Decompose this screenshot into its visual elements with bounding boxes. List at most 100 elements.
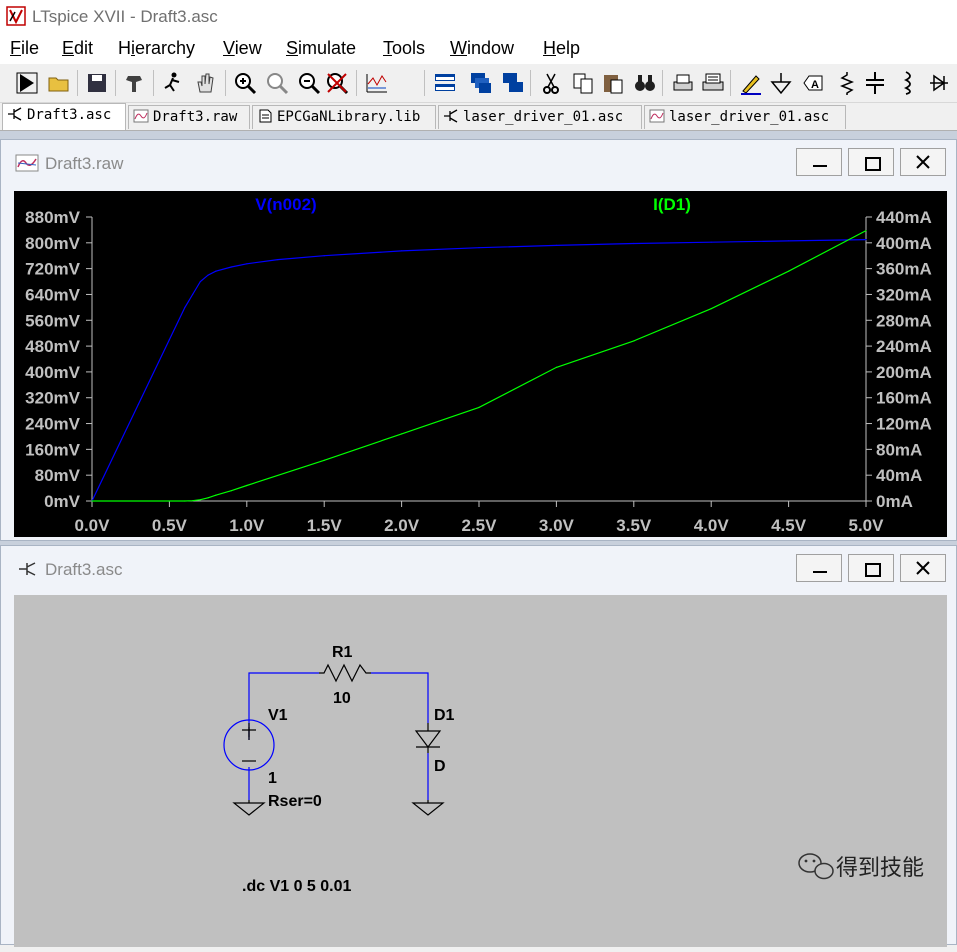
autorange-icon — [366, 74, 387, 93]
ground-button[interactable] — [768, 70, 794, 96]
print-setup-button[interactable] — [700, 70, 726, 96]
waveform-icon — [649, 109, 665, 123]
tile-horizontal-button[interactable] — [432, 70, 458, 96]
x-tick-label: 3.5V — [616, 516, 652, 535]
right-tick-label: 200mA — [876, 363, 932, 382]
inductor-button[interactable] — [894, 70, 920, 96]
resistor-r1[interactable]: R1 10 — [319, 644, 371, 707]
right-tick-label: 280mA — [876, 311, 932, 330]
toolbar-separator — [730, 70, 731, 96]
find-button[interactable] — [632, 70, 658, 96]
open-button[interactable] — [46, 70, 72, 96]
label-net-button[interactable]: A — [800, 70, 826, 96]
minimize-button[interactable] — [796, 148, 842, 176]
capacitor-button[interactable] — [862, 70, 888, 96]
ground-icon[interactable] — [411, 800, 445, 816]
tab-draft3-raw[interactable]: Draft3.raw — [128, 105, 250, 129]
d1-name: D1 — [434, 707, 455, 724]
waveform-icon — [133, 109, 149, 123]
restore-button[interactable] — [848, 148, 894, 176]
menu-file[interactable]: File — [10, 38, 39, 59]
left-tick-label: 80mV — [35, 466, 81, 485]
toolbar-separator — [662, 70, 663, 96]
control-panel-button[interactable] — [122, 70, 148, 96]
ground-icon[interactable] — [232, 800, 266, 816]
diode-d1[interactable]: D1 D — [414, 707, 455, 775]
schematic-window[interactable]: Draft3.asc R1 10 V1 1 Rser=0 D1 D .dc V1… — [0, 545, 957, 947]
run-button[interactable] — [14, 70, 40, 96]
menu-view[interactable]: View — [223, 38, 262, 59]
diode-button[interactable] — [926, 70, 952, 96]
plot-window[interactable]: Draft3.raw 0mV 80mV 160mV 240mV 320mV 400mV 48… — [0, 139, 957, 541]
inductor-icon — [903, 71, 911, 95]
x-tick-label: 4.5V — [771, 516, 807, 535]
tab-epcganlibrary-lib[interactable]: EPCGaNLibrary.lib — [252, 105, 436, 129]
r1-value: 10 — [333, 690, 351, 707]
d1-model: D — [434, 758, 446, 775]
voltage-source-v1[interactable]: V1 1 Rser=0 — [223, 707, 322, 810]
zoom-in-button[interactable] — [232, 70, 258, 96]
draw-wire-button[interactable] — [738, 70, 764, 96]
toolbar-separator — [77, 70, 78, 96]
menu-tools[interactable]: Tools — [383, 38, 425, 59]
autorange-button[interactable] — [364, 70, 390, 96]
schematic-icon — [8, 107, 22, 121]
legend-i-d1-: I(D1) — [653, 195, 691, 214]
plot-canvas[interactable]: 0mV 80mV 160mV 240mV 320mV 400mV 480mV 560mV 640… — [14, 191, 947, 537]
right-tick-label: 400mA — [876, 234, 932, 253]
restore-icon — [865, 563, 881, 577]
copy-button[interactable] — [570, 70, 596, 96]
data-point — [192, 293, 194, 296]
schematic-drawing[interactable]: R1 10 V1 1 Rser=0 D1 D .dc V1 0 5 0.01 得… — [14, 595, 947, 947]
run-pause-button[interactable] — [160, 70, 186, 96]
data-point — [865, 238, 867, 241]
legend-v-n002-: V(n002) — [255, 195, 316, 214]
menu-window[interactable]: Window — [450, 38, 514, 59]
tile-vertical-button[interactable] — [500, 70, 526, 96]
print-button[interactable] — [670, 70, 696, 96]
left-tick-label: 400mV — [25, 363, 80, 382]
zoom-cancel-button[interactable] — [324, 70, 350, 96]
menu-edit[interactable]: Edit — [62, 38, 93, 59]
restore-icon — [865, 157, 881, 171]
menu-help[interactable]: Help — [543, 38, 580, 59]
x-tick-label: 0.5V — [152, 516, 188, 535]
close-button[interactable] — [900, 554, 946, 582]
tab-laser-driver-01-asc[interactable]: laser_driver_01.asc — [644, 105, 846, 129]
restore-button[interactable] — [848, 554, 894, 582]
data-point — [788, 240, 790, 242]
r1-name: R1 — [332, 644, 353, 661]
data-point — [478, 406, 480, 409]
waveform-plot[interactable]: 0mV 80mV 160mV 240mV 320mV 400mV 480mV 560mV 640… — [14, 191, 947, 537]
schematic-canvas[interactable]: R1 10 V1 1 Rser=0 D1 D .dc V1 0 5 0.01 得… — [14, 595, 947, 947]
minimize-button[interactable] — [796, 554, 842, 582]
tab-draft3-asc[interactable]: Draft3.asc — [2, 103, 126, 130]
zoom-area-button[interactable] — [264, 70, 290, 96]
paste-button[interactable] — [600, 70, 626, 96]
x-tick-label: 1.5V — [307, 516, 343, 535]
toolbar-separator — [530, 70, 531, 96]
data-point — [710, 241, 712, 243]
spice-directive[interactable]: .dc V1 0 5 0.01 — [242, 878, 352, 895]
resistor-button[interactable] — [834, 70, 860, 96]
find-icon — [635, 75, 655, 91]
menu-simulate[interactable]: Simulate — [286, 38, 356, 59]
right-tick-label: 440mA — [876, 208, 932, 227]
save-button[interactable] — [84, 70, 110, 96]
ground-icon — [770, 73, 792, 95]
right-tick-label: 360mA — [876, 260, 932, 279]
close-button[interactable] — [900, 148, 946, 176]
toolbar-separator — [153, 70, 154, 96]
draw-wire-icon — [741, 75, 761, 95]
tab-laser-driver-01-asc[interactable]: laser_driver_01.asc — [438, 105, 642, 129]
menu-hierarchy[interactable]: Hierarchy — [118, 38, 195, 59]
copy-icon — [573, 73, 593, 94]
plot-window-caption[interactable]: Draft3.raw — [1, 140, 956, 182]
cut-button[interactable] — [538, 70, 564, 96]
data-point — [633, 242, 635, 245]
pan-hand-button[interactable] — [192, 70, 218, 96]
schematic-window-caption[interactable]: Draft3.asc — [1, 546, 956, 588]
cascade-button[interactable] — [468, 70, 494, 96]
wire[interactable] — [371, 672, 429, 723]
zoom-out-button[interactable] — [296, 70, 322, 96]
